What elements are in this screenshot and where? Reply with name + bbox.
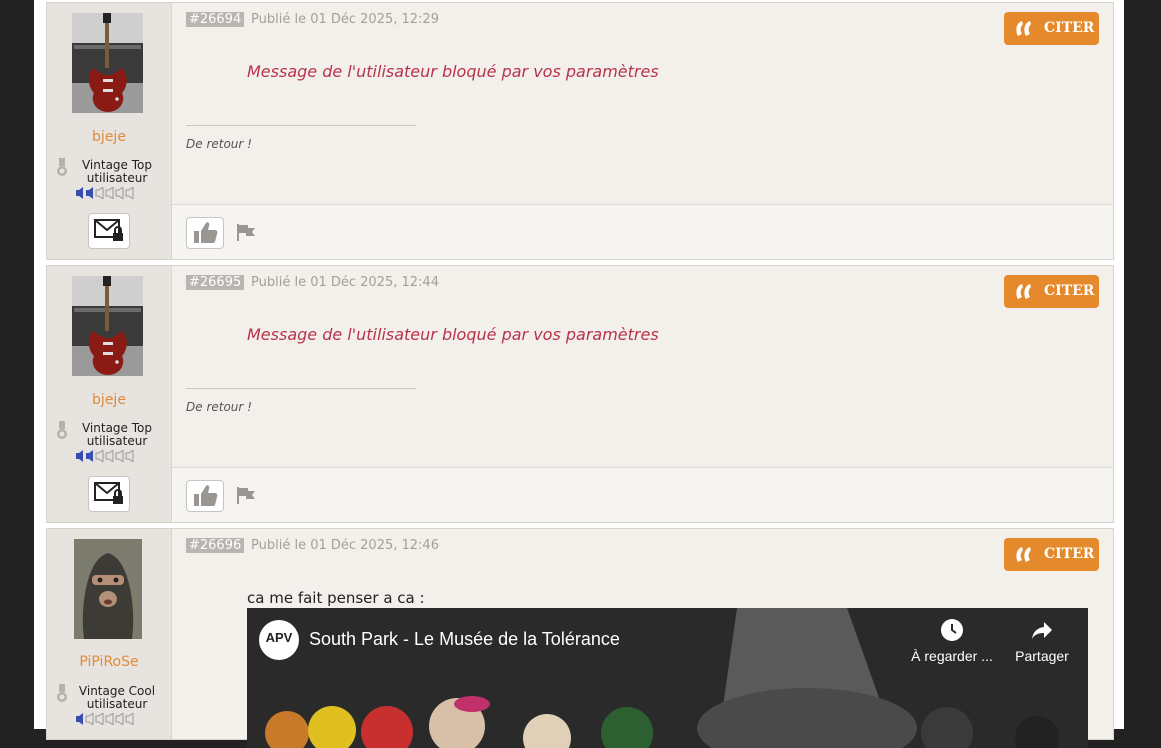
share-button[interactable]: Partager: [1007, 618, 1077, 664]
watch-later-button[interactable]: À regarder ...: [907, 618, 997, 664]
quote-icon: [1016, 547, 1031, 562]
forum-page: bjeje Vintage Top utilisateur #26694 Pub…: [34, 0, 1124, 748]
locked-envelope-icon: [94, 219, 123, 241]
post-author-panel: bjeje Vintage Top utilisateur: [47, 266, 172, 522]
private-message-button[interactable]: [88, 213, 130, 249]
watch-later-label: À regarder ...: [911, 648, 993, 664]
locked-envelope-icon: [94, 482, 123, 504]
post-footer: [172, 467, 1113, 522]
post-author-panel: PiPiRoSe Vintage Cool utilisateur: [47, 529, 172, 739]
quote-icon: [1016, 284, 1031, 299]
flag-icon[interactable]: [235, 485, 257, 505]
rank-level-indicator: [76, 447, 146, 463]
medal-icon: [56, 684, 68, 704]
private-message-button[interactable]: [88, 476, 130, 512]
post-content: #26695 Publié le 01 Déc 2025, 12:44 CITE…: [172, 266, 1113, 522]
username[interactable]: PiPiRoSe: [47, 654, 171, 670]
thumbs-up-icon: [194, 485, 218, 506]
quote-button-label: CITER: [1044, 20, 1095, 36]
quote-button[interactable]: CITER: [1004, 538, 1099, 571]
like-button[interactable]: [186, 217, 224, 249]
clock-icon: [941, 619, 963, 641]
post-number[interactable]: #26694: [186, 12, 245, 27]
share-label: Partager: [1015, 648, 1069, 664]
username[interactable]: bjeje: [47, 392, 171, 408]
channel-logo-text: APV: [265, 630, 293, 645]
thumbs-up-icon: [194, 222, 218, 243]
signature: De retour !: [186, 400, 252, 414]
avatar[interactable]: [72, 13, 143, 113]
forum-post: bjeje Vintage Top utilisateur: [46, 2, 1114, 260]
share-arrow-icon: [1032, 622, 1052, 639]
medal-icon: [56, 158, 68, 178]
like-button[interactable]: [186, 480, 224, 512]
user-rank: Vintage Top utilisateur: [81, 421, 152, 448]
quote-icon: [1016, 21, 1031, 36]
username[interactable]: bjeje: [47, 129, 171, 145]
channel-logo[interactable]: APV: [259, 620, 299, 660]
rank-level-indicator: [76, 710, 146, 726]
post-number[interactable]: #26695: [186, 275, 245, 290]
forum-post: bjeje Vintage Top utilisateur: [46, 265, 1114, 523]
medal-icon: [56, 421, 68, 441]
signature: De retour !: [186, 137, 252, 151]
post-text: ca me fait penser a ca :: [247, 589, 425, 607]
post-content: #26696 Publié le 01 Déc 2025, 12:46 CITE…: [172, 529, 1113, 748]
user-rank: Vintage Cool utilisateur: [78, 684, 156, 711]
post-footer: [172, 204, 1113, 259]
video-title[interactable]: South Park - Le Musée de la Tolérance: [309, 629, 620, 650]
signature-divider: [186, 388, 416, 389]
post-date: Publié le 01 Déc 2025, 12:29: [251, 12, 439, 27]
quote-button-label: CITER: [1044, 546, 1095, 562]
post-author-panel: bjeje Vintage Top utilisateur: [47, 3, 172, 259]
post-date: Publié le 01 Déc 2025, 12:44: [251, 275, 439, 290]
rank-level-indicator: [76, 184, 146, 200]
quote-button-label: CITER: [1044, 283, 1095, 299]
quote-button[interactable]: CITER: [1004, 275, 1099, 308]
blocked-message: Message de l'utilisateur bloqué par vos …: [247, 62, 659, 81]
forum-post: PiPiRoSe Vintage Cool utilisateur #26696…: [46, 528, 1114, 748]
flag-icon[interactable]: [235, 222, 257, 242]
post-number[interactable]: #26696: [186, 538, 245, 553]
post-date: Publié le 01 Déc 2025, 12:46: [251, 538, 439, 553]
quote-button[interactable]: CITER: [1004, 12, 1099, 45]
post-content: #26694 Publié le 01 Déc 2025, 12:29 CITE…: [172, 3, 1113, 259]
avatar[interactable]: [72, 276, 143, 376]
blocked-message: Message de l'utilisateur bloqué par vos …: [247, 325, 659, 344]
user-rank: Vintage Top utilisateur: [81, 158, 152, 185]
video-embed[interactable]: APV South Park - Le Musée de la Toléranc…: [247, 608, 1088, 748]
avatar[interactable]: [74, 539, 142, 639]
signature-divider: [186, 125, 416, 126]
